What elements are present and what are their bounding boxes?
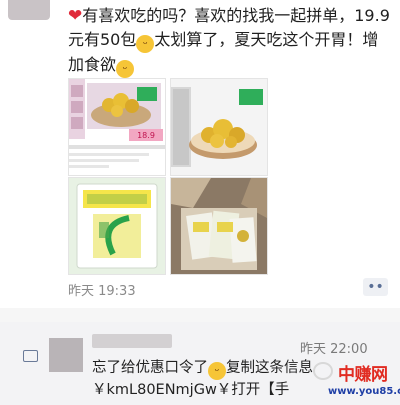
commenter-avatar[interactable] bbox=[49, 338, 83, 372]
watermark-logo-icon bbox=[313, 362, 333, 380]
more-options-button[interactable]: •• bbox=[363, 278, 388, 296]
product-listing-image[interactable]: 18.9 bbox=[68, 78, 166, 176]
delivery-box-image[interactable] bbox=[170, 177, 268, 275]
product-listing-graphic: 18.9 bbox=[69, 79, 165, 175]
comment-text-part1: 忘了给优惠口令了 bbox=[92, 360, 208, 376]
price-label: 18.9 bbox=[137, 131, 155, 140]
post-text: ❤有喜欢吃的吗？喜欢的找我一起拼单，19.9元有50包 ᵕ 太划算了，夏天吃这个开胃… bbox=[68, 4, 390, 78]
laugh-emoji-icon: ᵕ bbox=[136, 35, 155, 53]
commenter-name[interactable] bbox=[92, 334, 172, 348]
post-time: 昨天 19:33 bbox=[68, 284, 136, 299]
comment-text-part2: 复制这条信息 bbox=[226, 360, 313, 376]
heart-icon: ❤ bbox=[68, 6, 83, 26]
pickle-package-image[interactable] bbox=[68, 177, 166, 275]
moments-post: ❤有喜欢吃的吗？喜欢的找我一起拼单，19.9元有50包 ᵕ 太划算了，夏天吃这个开胃… bbox=[0, 0, 400, 308]
pickle-bowl-image[interactable] bbox=[170, 78, 268, 176]
yum-emoji-icon: ᵕ bbox=[116, 60, 135, 78]
delivery-box-graphic bbox=[171, 178, 267, 274]
laugh-emoji-icon: ᵕ bbox=[208, 362, 226, 380]
watermark-url: www.you85.com bbox=[328, 386, 400, 397]
comment-time: 昨天 22:00 bbox=[300, 342, 368, 357]
watermark-title: 中赚网 bbox=[338, 365, 388, 385]
pickle-package-graphic bbox=[69, 178, 165, 274]
avatar[interactable] bbox=[8, 0, 50, 20]
pickle-bowl-graphic bbox=[171, 79, 267, 175]
comment-icon bbox=[23, 350, 38, 362]
